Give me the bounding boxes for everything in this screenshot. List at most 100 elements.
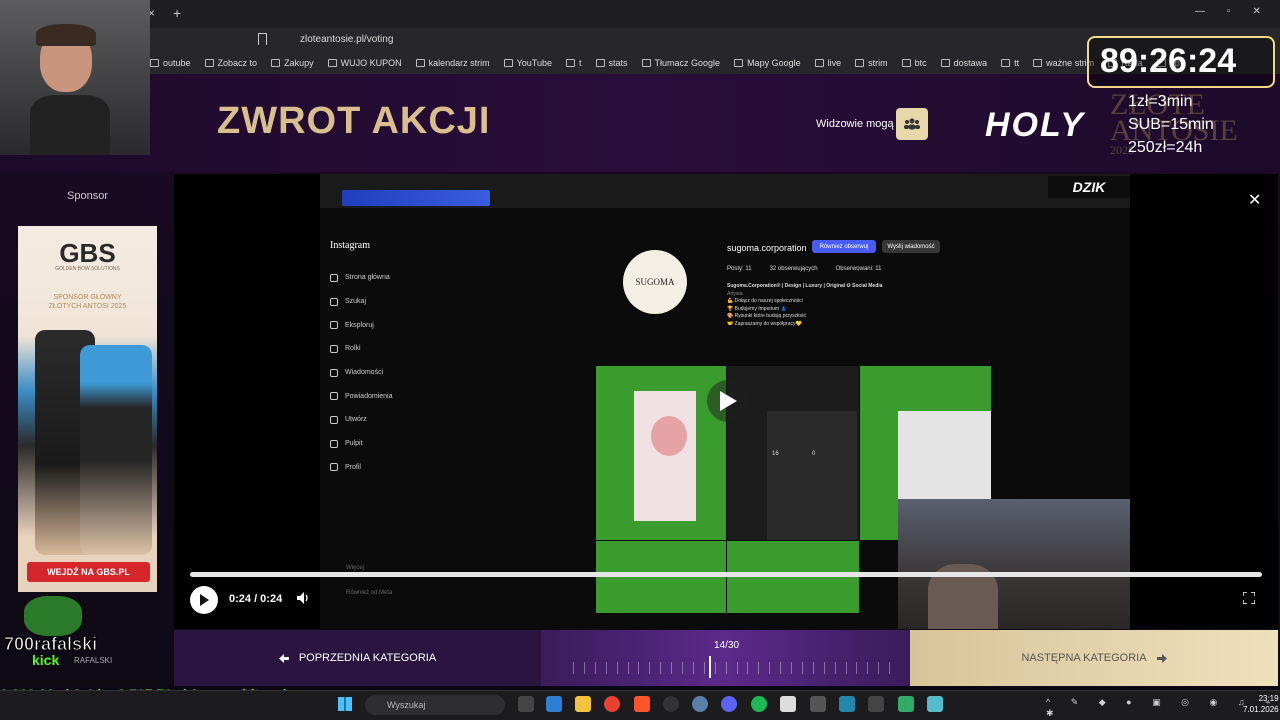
app-icon-3[interactable] — [810, 696, 826, 712]
bookmark-item[interactable]: live — [814, 58, 841, 68]
bookmark-item[interactable]: tt — [1001, 58, 1019, 68]
app-icon[interactable] — [692, 696, 708, 712]
close-window-icon[interactable]: ✕ — [1253, 6, 1261, 17]
maximize-icon[interactable]: ▫ — [1227, 6, 1231, 17]
bookmark-item[interactable]: Zakupy — [271, 58, 314, 68]
category-tick — [660, 662, 662, 674]
folder-icon — [1001, 59, 1011, 67]
ad-subtitle: GOLDEN BOW SOLUTIONS — [55, 266, 120, 272]
app-icon-5[interactable] — [868, 696, 884, 712]
page-title: ZWROT AKCJI — [217, 100, 491, 142]
holy-brand-logo: HOLY — [985, 106, 1085, 144]
folder-icon — [855, 59, 865, 67]
bookmark-item[interactable]: btc — [901, 58, 927, 68]
streamer-webcam — [0, 0, 150, 155]
category-tick — [791, 662, 792, 674]
nav-item: Wiadomości — [320, 361, 460, 385]
video-center-play-icon[interactable] — [707, 380, 749, 422]
bookmark-item[interactable]: stats — [595, 58, 628, 68]
bookmark-item[interactable]: Tłumacz Google — [641, 58, 720, 68]
rate-line-3: 250zł=24h — [1128, 139, 1203, 156]
category-tick — [845, 662, 847, 674]
nav-more: Więcej — [346, 565, 365, 571]
category-tick — [573, 662, 574, 674]
category-tick — [692, 662, 694, 674]
folder-icon — [1033, 59, 1043, 67]
kick-label: kick — [32, 652, 60, 668]
video-progress-bar[interactable] — [190, 572, 1262, 577]
folder-icon — [150, 59, 159, 67]
fullscreen-icon[interactable] — [1242, 591, 1256, 607]
viewers-button[interactable] — [896, 108, 928, 140]
new-tab-button[interactable]: + — [173, 5, 181, 21]
nav-item: Profil — [320, 456, 460, 480]
category-tick — [878, 662, 880, 674]
bookmark-item[interactable]: strim — [855, 58, 888, 68]
obs-icon[interactable] — [663, 696, 679, 712]
sponsor-label: Sponsor — [67, 190, 108, 202]
category-tick — [638, 662, 640, 674]
category-tick — [703, 662, 705, 674]
app-icon-6[interactable] — [898, 696, 914, 712]
bookmark-item[interactable]: kalendarz strim — [415, 58, 490, 68]
folder-icon — [734, 59, 744, 67]
category-tick — [867, 662, 869, 674]
instagram-logo: Instagram — [330, 240, 370, 251]
bookmark-star-icon[interactable] — [258, 33, 267, 45]
brave-icon[interactable] — [634, 696, 650, 712]
widgets-icon[interactable] — [546, 696, 562, 712]
post-likes: 16 — [772, 451, 779, 457]
video-time: 0:24 / 0:24 — [229, 593, 283, 605]
nav-item: Rolki — [320, 337, 460, 361]
bookmark-item[interactable]: ważne strim — [1033, 58, 1094, 68]
folder-icon — [271, 59, 281, 67]
app-icon-7[interactable] — [927, 696, 943, 712]
nav-item: Eksploruj — [320, 313, 460, 337]
app-icon-4[interactable] — [839, 696, 855, 712]
url-field[interactable]: zloteantosie.pl/voting — [300, 34, 393, 45]
bookmark-item[interactable]: YouTube — [503, 58, 552, 68]
spotify-icon[interactable] — [751, 696, 767, 712]
ad-cta-button[interactable]: WEJDŹ NA GBS.PL — [27, 562, 150, 582]
category-tick — [758, 662, 760, 674]
bookmark-item[interactable]: WUJO KUPON — [327, 58, 402, 68]
previous-category-button[interactable]: POPRZEDNIA KATEGORIA — [174, 630, 541, 686]
category-tick — [834, 662, 836, 674]
play-icon — [200, 594, 209, 606]
subathon-timer: 89:26:24 — [1100, 42, 1237, 80]
category-tick — [649, 662, 651, 674]
start-icon[interactable] — [338, 697, 352, 711]
page-header — [0, 74, 1280, 172]
chrome-icon[interactable] — [604, 696, 620, 712]
category-tick — [780, 662, 782, 674]
category-tick — [736, 662, 738, 674]
close-video-icon[interactable]: ✕ — [1248, 190, 1261, 210]
message-button: Wyślij wiadomość — [882, 240, 940, 253]
next-category-button[interactable]: NASTĘPNA KATEGORIA — [910, 630, 1278, 686]
taskview-icon[interactable] — [518, 696, 534, 712]
app-icon-2[interactable] — [780, 696, 796, 712]
bookmark-item[interactable]: t — [566, 58, 582, 68]
window-controls[interactable]: — ▫ ✕ — [1195, 6, 1261, 17]
folder-icon — [940, 59, 950, 67]
category-tick — [616, 662, 618, 674]
bookmark-item[interactable]: Zobacz to — [204, 58, 257, 68]
bookmark-item[interactable]: dostawa — [940, 58, 987, 68]
volume-icon[interactable] — [297, 592, 310, 607]
folder-icon — [641, 59, 651, 67]
profile-picture: SUGOMA — [623, 250, 687, 314]
play-button[interactable] — [190, 586, 218, 614]
current-category-marker — [709, 656, 711, 678]
nav-item: Utwórz — [320, 408, 460, 432]
nav-meta: Również od Meta — [346, 590, 393, 596]
bookmark-item[interactable]: Mapy Google — [734, 58, 801, 68]
category-tick — [605, 662, 607, 674]
taskbar-search[interactable]: Wyszukaj — [365, 695, 505, 715]
bookmark-item[interactable]: outube — [150, 58, 191, 68]
explorer-icon[interactable] — [575, 696, 591, 712]
discord-icon[interactable] — [721, 696, 737, 712]
taskbar-clock[interactable]: 23:19 7.01.2026 — [1243, 693, 1279, 715]
instagram-nav: Strona główna Szukaj Eksploruj Rolki Wia… — [320, 266, 460, 479]
minimize-icon[interactable]: — — [1195, 6, 1205, 17]
profile-stats: Posty: 11 32 obserwujących Obserwowani: 11 — [727, 266, 882, 272]
